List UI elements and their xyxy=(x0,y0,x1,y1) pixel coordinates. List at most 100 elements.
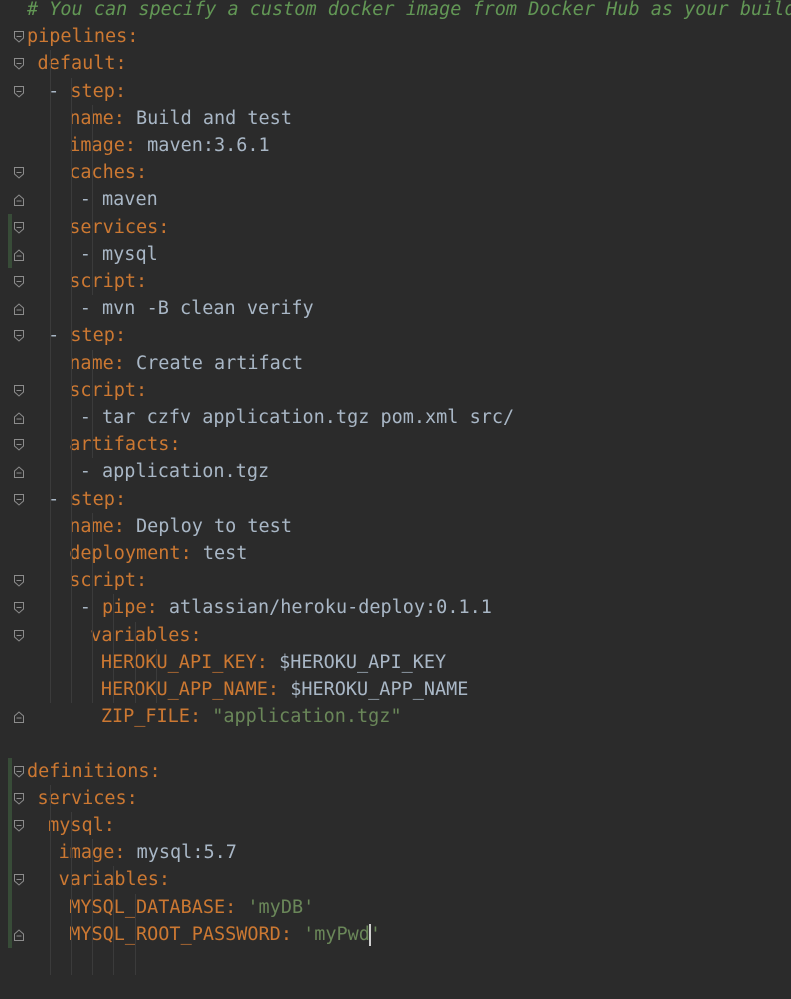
fold-end-icon[interactable] xyxy=(13,710,25,724)
fold-collapse-icon[interactable] xyxy=(13,792,25,806)
key-separator: : xyxy=(256,651,280,673)
fold-collapse-icon[interactable] xyxy=(13,765,25,779)
code-line[interactable]: artifacts: xyxy=(69,431,180,458)
code-line[interactable]: mysql: xyxy=(48,812,115,839)
indent-guide xyxy=(92,512,94,704)
list-dash: - xyxy=(79,243,103,265)
code-line[interactable]: services: xyxy=(69,214,169,241)
indent-guide xyxy=(92,349,94,459)
fold-collapse-icon[interactable] xyxy=(13,574,25,588)
yaml-key: variables xyxy=(58,869,159,891)
key-separator: : xyxy=(114,325,127,347)
yaml-key: HEROKU_APP_NAME xyxy=(100,679,268,700)
fold-collapse-icon[interactable] xyxy=(13,329,25,343)
code-line[interactable]: HEROKU_API_KEY: $HEROKU_API_KEY xyxy=(101,649,446,676)
fold-end-icon[interactable] xyxy=(13,928,25,942)
code-line[interactable]: caches: xyxy=(69,159,147,186)
code-line[interactable]: script: xyxy=(69,268,147,295)
key-separator: : xyxy=(113,352,137,374)
yaml-key: services xyxy=(69,216,159,238)
yaml-key: step xyxy=(70,488,115,510)
code-line[interactable]: image: maven:3.6.1 xyxy=(69,132,270,159)
fold-end-icon[interactable] xyxy=(13,248,25,262)
code-line[interactable]: deployment: test xyxy=(69,540,247,567)
indent-guide xyxy=(71,812,73,976)
code-line[interactable]: MYSQL_ROOT_PASSWORD: 'myPwd' xyxy=(69,921,381,948)
yaml-string: "application.tgz" xyxy=(212,706,402,728)
fold-collapse-icon[interactable] xyxy=(13,166,25,180)
fold-collapse-icon[interactable] xyxy=(13,438,25,452)
code-line[interactable]: name: Deploy to test xyxy=(69,513,292,540)
code-line[interactable]: - application.tgz xyxy=(80,458,269,485)
code-line[interactable]: - pipe: atlassian/heroku-deploy:0.1.1 xyxy=(80,594,492,621)
indent-guide xyxy=(71,77,73,704)
code-line[interactable]: - step: xyxy=(48,322,126,349)
indent-guide xyxy=(92,839,94,976)
yaml-key: MYSQL_ROOT_PASSWORD xyxy=(69,923,281,945)
code-line[interactable]: # You can specify a custom docker image … xyxy=(27,0,791,23)
fold-collapse-icon[interactable] xyxy=(13,275,25,289)
list-dash: - xyxy=(48,488,71,510)
fold-collapse-icon[interactable] xyxy=(13,629,25,643)
fold-collapse-icon[interactable] xyxy=(13,30,25,44)
code-line[interactable]: name: Build and test xyxy=(69,105,292,132)
yaml-key: step xyxy=(70,325,115,347)
list-dash: - xyxy=(48,325,71,347)
indent-guide xyxy=(92,104,94,296)
list-dash: - xyxy=(79,597,103,619)
code-line[interactable]: - step: xyxy=(48,486,126,513)
key-separator: : xyxy=(149,760,161,782)
code-line[interactable]: definitions: xyxy=(27,758,161,785)
vcs-change-marker xyxy=(8,757,12,948)
code-line[interactable]: variables: xyxy=(90,622,201,649)
code-line[interactable]: pipelines: xyxy=(27,23,138,50)
fold-collapse-icon[interactable] xyxy=(13,493,25,507)
yaml-value: Create artifact xyxy=(136,352,304,374)
fold-end-icon[interactable] xyxy=(13,465,25,479)
yaml-key: script xyxy=(69,570,137,592)
fold-collapse-icon[interactable] xyxy=(13,384,25,398)
key-separator: : xyxy=(126,787,138,809)
code-line[interactable]: ZIP_FILE: "application.tgz" xyxy=(101,703,402,730)
key-separator: : xyxy=(114,488,127,510)
yaml-value: $HEROKU_APP_NAME xyxy=(290,679,469,700)
vcs-change-marker xyxy=(8,213,12,268)
yaml-value: Deploy to test xyxy=(136,515,292,537)
fold-collapse-icon[interactable] xyxy=(13,85,25,99)
yaml-value: mvn -B clean verify xyxy=(102,298,314,320)
yaml-key: definitions xyxy=(27,760,150,782)
key-separator: : xyxy=(114,842,137,864)
fold-end-icon[interactable] xyxy=(13,411,25,425)
text-cursor xyxy=(368,923,371,946)
code-line[interactable]: - mvn -B clean verify xyxy=(80,295,314,322)
indent-guide xyxy=(113,866,115,976)
yaml-key: artifacts xyxy=(69,434,170,456)
yaml-key: pipelines xyxy=(27,26,128,48)
list-dash: - xyxy=(79,407,103,428)
key-separator: : xyxy=(115,53,127,75)
code-line[interactable]: script: xyxy=(69,377,147,404)
code-line[interactable]: script: xyxy=(69,567,147,594)
code-editor[interactable]: # You can specify a custom docker image … xyxy=(0,0,791,999)
yaml-value: Build and test xyxy=(136,107,292,129)
yaml-key: script xyxy=(69,379,137,401)
fold-collapse-icon[interactable] xyxy=(13,601,25,615)
code-line[interactable]: image: mysql:5.7 xyxy=(59,839,237,866)
fold-collapse-icon[interactable] xyxy=(13,873,25,887)
editor-gutter xyxy=(0,0,27,999)
code-line[interactable]: MYSQL_DATABASE: 'myDB' xyxy=(69,894,314,921)
fold-collapse-icon[interactable] xyxy=(13,221,25,235)
fold-end-icon[interactable] xyxy=(13,302,25,316)
yaml-string: 'myDB' xyxy=(247,896,315,918)
code-line[interactable]: - tar czfv application.tgz pom.xml src/ xyxy=(80,404,514,431)
key-separator: : xyxy=(189,706,213,728)
yaml-key: mysql xyxy=(48,815,104,836)
code-line[interactable]: name: Create artifact xyxy=(69,350,303,377)
fold-collapse-icon[interactable] xyxy=(13,57,25,71)
fold-end-icon[interactable] xyxy=(13,193,25,207)
indent-guide xyxy=(134,621,136,704)
code-line[interactable]: - step: xyxy=(48,78,126,105)
fold-collapse-icon[interactable] xyxy=(13,819,25,833)
yaml-value: mysql xyxy=(102,243,158,265)
code-line[interactable]: services: xyxy=(38,785,138,812)
